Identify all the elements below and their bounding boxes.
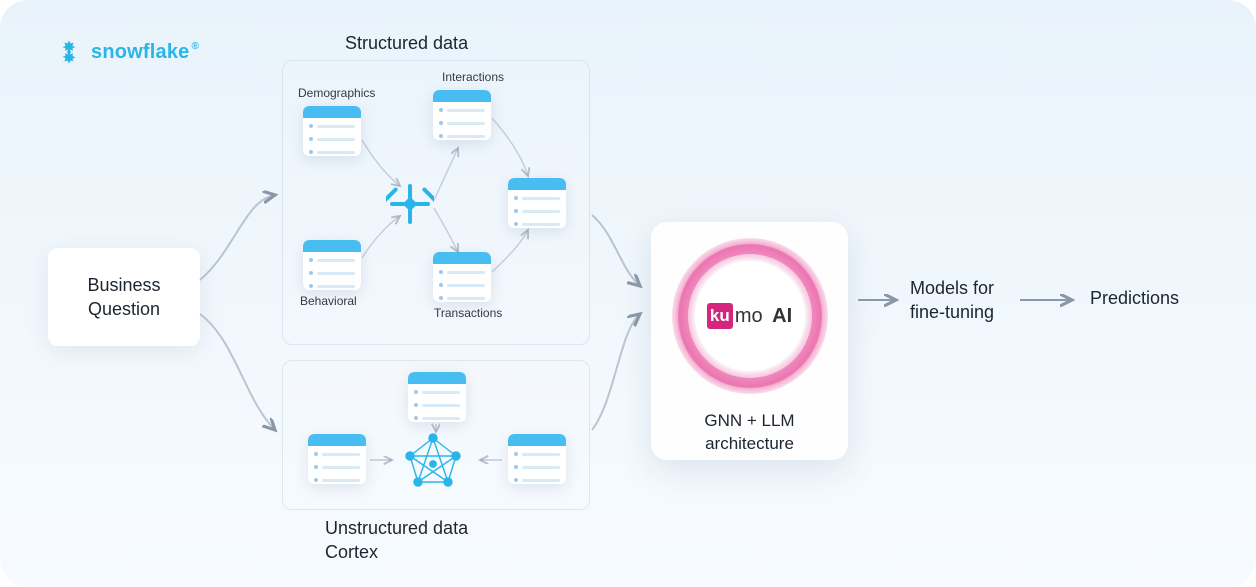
- table-behavioral-icon: [303, 240, 361, 290]
- table-unstructured-left-icon: [308, 434, 366, 484]
- snowflake-logo: snowflake®: [55, 38, 199, 66]
- kumo-ring-icon: kumo AI: [672, 238, 828, 394]
- kumo-logo-rest: mo: [735, 305, 763, 328]
- label-transactions: Transactions: [434, 306, 502, 320]
- network-graph-icon: [398, 430, 468, 494]
- label-demographics: Demographics: [298, 86, 375, 100]
- table-interactions-icon: [433, 90, 491, 140]
- kumo-logo-suffix: AI: [772, 305, 792, 328]
- label-interactions: Interactions: [442, 70, 504, 84]
- label-behavioral: Behavioral: [300, 294, 357, 308]
- table-demographics-icon: [303, 106, 361, 156]
- unstructured-title-line2: Cortex: [325, 542, 378, 563]
- table-transactions-icon: [433, 252, 491, 302]
- diagram-canvas: snowflake® Business Question Structured …: [0, 0, 1256, 587]
- table-aggregate-icon: [508, 178, 566, 228]
- kumo-logo: kumo AI: [694, 260, 806, 372]
- predictions-label: Predictions: [1090, 288, 1179, 309]
- business-question-card: Business Question: [48, 248, 200, 346]
- arrow-bq-to-structured: [200, 195, 275, 280]
- models-label: Models forfine-tuning: [910, 276, 994, 325]
- snowflake-central-icon: [386, 180, 434, 228]
- kumo-logo-mark: ku: [707, 303, 733, 329]
- arrow-bq-to-unstructured: [200, 314, 275, 430]
- kumo-caption: GNN + LLMarchitecture: [704, 410, 794, 456]
- business-question-label: Business Question: [66, 273, 182, 322]
- arrow-unstructured-to-kumo: [592, 314, 640, 430]
- structured-data-title: Structured data: [345, 33, 468, 54]
- table-unstructured-right-icon: [508, 434, 566, 484]
- arrow-structured-to-kumo: [592, 215, 640, 286]
- unstructured-title-line1: Unstructured data: [325, 518, 468, 539]
- snowflake-icon: [55, 38, 83, 66]
- snowflake-wordmark: snowflake®: [91, 41, 199, 64]
- table-unstructured-top-icon: [408, 372, 466, 422]
- kumo-architecture-card: kumo AI GNN + LLMarchitecture: [651, 222, 848, 460]
